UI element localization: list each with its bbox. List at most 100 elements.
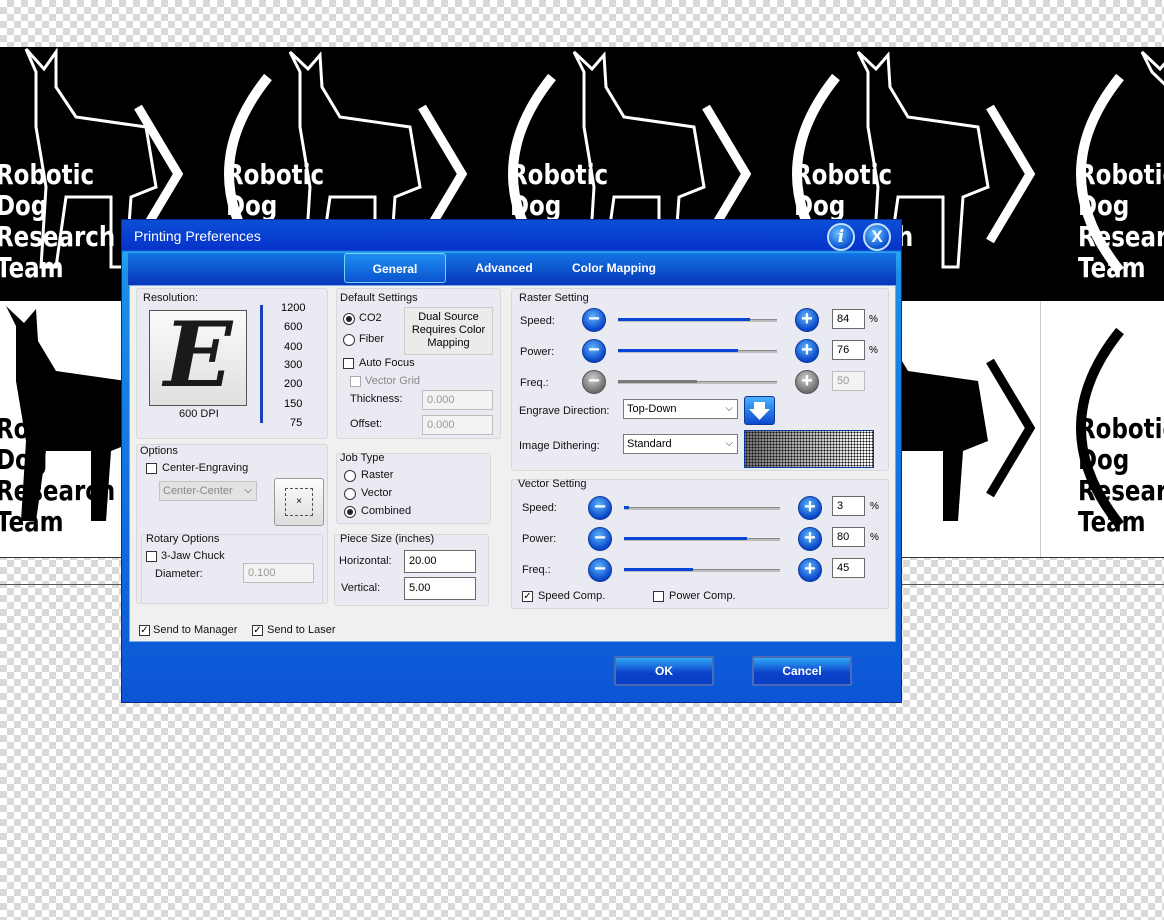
- resolution-slider[interactable]: [260, 305, 263, 423]
- resolution-tick: 400: [284, 341, 303, 353]
- vertical-input[interactable]: 5.00: [404, 577, 476, 600]
- tab-bar: General Advanced Color Mapping: [128, 253, 896, 285]
- co2-label: CO2: [359, 312, 382, 324]
- jaw-chuck-checkbox[interactable]: [146, 551, 157, 562]
- tab-general[interactable]: General: [344, 253, 446, 283]
- speed-comp-checkbox[interactable]: ✓: [522, 591, 533, 602]
- vector-setting-group: Vector Setting Speed: − + 3 % Power: − +…: [511, 478, 889, 609]
- down-arrow-icon[interactable]: [744, 396, 775, 425]
- resolution-tick: 150: [284, 398, 303, 410]
- raster-power-slider[interactable]: [618, 349, 777, 353]
- artwork-tile: RoboticDogResearchTeam: [1052, 301, 1164, 555]
- vector-radio[interactable]: [344, 488, 356, 500]
- position-grid[interactable]: ×: [274, 478, 324, 526]
- vector-freq-slider[interactable]: [624, 568, 780, 572]
- raster-power-plus-button[interactable]: +: [795, 339, 819, 363]
- tab-advanced[interactable]: Advanced: [456, 253, 552, 283]
- raster-speed-plus-button[interactable]: +: [795, 308, 819, 332]
- auto-focus-checkbox[interactable]: [343, 358, 354, 369]
- percent-unit: %: [869, 345, 878, 356]
- vector-freq-minus-button[interactable]: −: [588, 558, 612, 582]
- dialog-title: Printing Preferences: [134, 228, 261, 244]
- resolution-tick: 600: [284, 321, 303, 333]
- vector-power-minus-button[interactable]: −: [588, 527, 612, 551]
- send-to-laser-label: Send to Laser: [267, 624, 336, 636]
- thickness-input[interactable]: 0.000: [422, 390, 493, 410]
- vector-grid-label: Vector Grid: [365, 375, 421, 387]
- tile-divider: [1040, 301, 1041, 557]
- raster-freq-input[interactable]: 50: [832, 371, 865, 391]
- vector-power-plus-button[interactable]: +: [798, 527, 822, 551]
- offset-input[interactable]: 0.000: [422, 415, 493, 435]
- resolution-tick: 200: [284, 378, 303, 390]
- horizontal-input[interactable]: 20.00: [404, 550, 476, 573]
- send-to-laser-checkbox[interactable]: ✓: [252, 625, 263, 636]
- raster-power-label: Power:: [520, 346, 555, 358]
- resolution-tick: 300: [284, 359, 303, 371]
- dual-source-note: Dual Source Requires Color Mapping: [404, 307, 493, 355]
- send-to-manager-checkbox[interactable]: ✓: [139, 625, 150, 636]
- chevron-down-icon: ⌵: [725, 438, 733, 449]
- raster-speed-input[interactable]: 84: [832, 309, 865, 329]
- resolution-tick: 75: [290, 417, 303, 429]
- raster-power-minus-button[interactable]: −: [582, 339, 606, 363]
- raster-speed-minus-button[interactable]: −: [582, 308, 606, 332]
- job-type-label: Job Type: [340, 452, 385, 464]
- power-comp-checkbox[interactable]: [653, 591, 664, 602]
- image-dithering-select[interactable]: Standard ⌵: [623, 434, 738, 454]
- vector-speed-input[interactable]: 3: [832, 496, 865, 516]
- default-settings-group: Default Settings CO2 Fiber Dual Source R…: [336, 288, 501, 439]
- artwork-tile: RoboticDogResearchTeam: [1052, 47, 1164, 301]
- vector-power-input[interactable]: 80: [832, 527, 865, 547]
- vector-grid-checkbox[interactable]: [350, 376, 361, 387]
- vector-freq-input[interactable]: 45: [832, 558, 865, 578]
- combined-radio[interactable]: [344, 506, 356, 518]
- resolution-current: 600 DPI: [179, 408, 219, 420]
- jaw-chuck-label: 3-Jaw Chuck: [161, 550, 225, 562]
- send-to-manager-label: Send to Manager: [153, 624, 238, 636]
- raster-label: Raster: [361, 469, 394, 481]
- dithering-preview: [744, 430, 874, 468]
- percent-unit: %: [870, 532, 879, 543]
- center-engraving-checkbox[interactable]: [146, 463, 157, 474]
- image-dithering-label: Image Dithering:: [519, 440, 600, 452]
- vector-speed-minus-button[interactable]: −: [588, 496, 612, 520]
- vector-freq-plus-button[interactable]: +: [798, 558, 822, 582]
- percent-unit: %: [869, 314, 878, 325]
- engrave-direction-select[interactable]: Top-Down ⌵: [623, 399, 738, 419]
- raster-setting-label: Raster Setting: [519, 292, 589, 304]
- raster-power-input[interactable]: 76: [832, 340, 865, 360]
- co2-radio[interactable]: [343, 313, 355, 325]
- raster-freq-plus-button[interactable]: +: [795, 370, 819, 394]
- raster-freq-minus-button[interactable]: −: [582, 370, 606, 394]
- raster-speed-slider[interactable]: [618, 318, 777, 322]
- info-icon[interactable]: i: [827, 223, 855, 251]
- diameter-label: Diameter:: [155, 568, 203, 580]
- cancel-button[interactable]: Cancel: [752, 656, 852, 686]
- tab-color-mapping[interactable]: Color Mapping: [558, 253, 670, 283]
- raster-radio[interactable]: [344, 470, 356, 482]
- vector-speed-plus-button[interactable]: +: [798, 496, 822, 520]
- raster-freq-slider[interactable]: [618, 380, 777, 384]
- vector-power-label: Power:: [522, 533, 557, 545]
- vector-speed-slider[interactable]: [624, 506, 780, 510]
- chevron-down-icon: ⌵: [725, 403, 733, 414]
- auto-focus-label: Auto Focus: [359, 357, 415, 369]
- position-select[interactable]: Center-Center ⌵: [159, 481, 257, 501]
- diameter-input[interactable]: 0.100: [243, 563, 314, 583]
- thickness-label: Thickness:: [350, 393, 403, 405]
- raster-freq-label: Freq.:: [520, 377, 549, 389]
- general-panel: Resolution: E 600 DPI 1200 600 400 300 2…: [129, 285, 896, 642]
- resolution-tick: 1200: [281, 302, 306, 314]
- close-icon[interactable]: X: [863, 223, 891, 251]
- percent-unit: %: [870, 501, 879, 512]
- piece-size-group: Piece Size (inches) Horizontal: 20.00 Ve…: [334, 533, 489, 606]
- fiber-radio[interactable]: [343, 334, 355, 346]
- raster-speed-label: Speed:: [520, 315, 555, 327]
- vector-power-slider[interactable]: [624, 537, 780, 541]
- chevron-down-icon: ⌵: [244, 485, 252, 496]
- rotary-options-group: Rotary Options 3-Jaw Chuck Diameter: 0.1…: [141, 533, 323, 604]
- ok-button[interactable]: OK: [614, 656, 714, 686]
- resolution-group: Resolution: E 600 DPI 1200 600 400 300 2…: [136, 288, 328, 439]
- combined-label: Combined: [361, 505, 412, 517]
